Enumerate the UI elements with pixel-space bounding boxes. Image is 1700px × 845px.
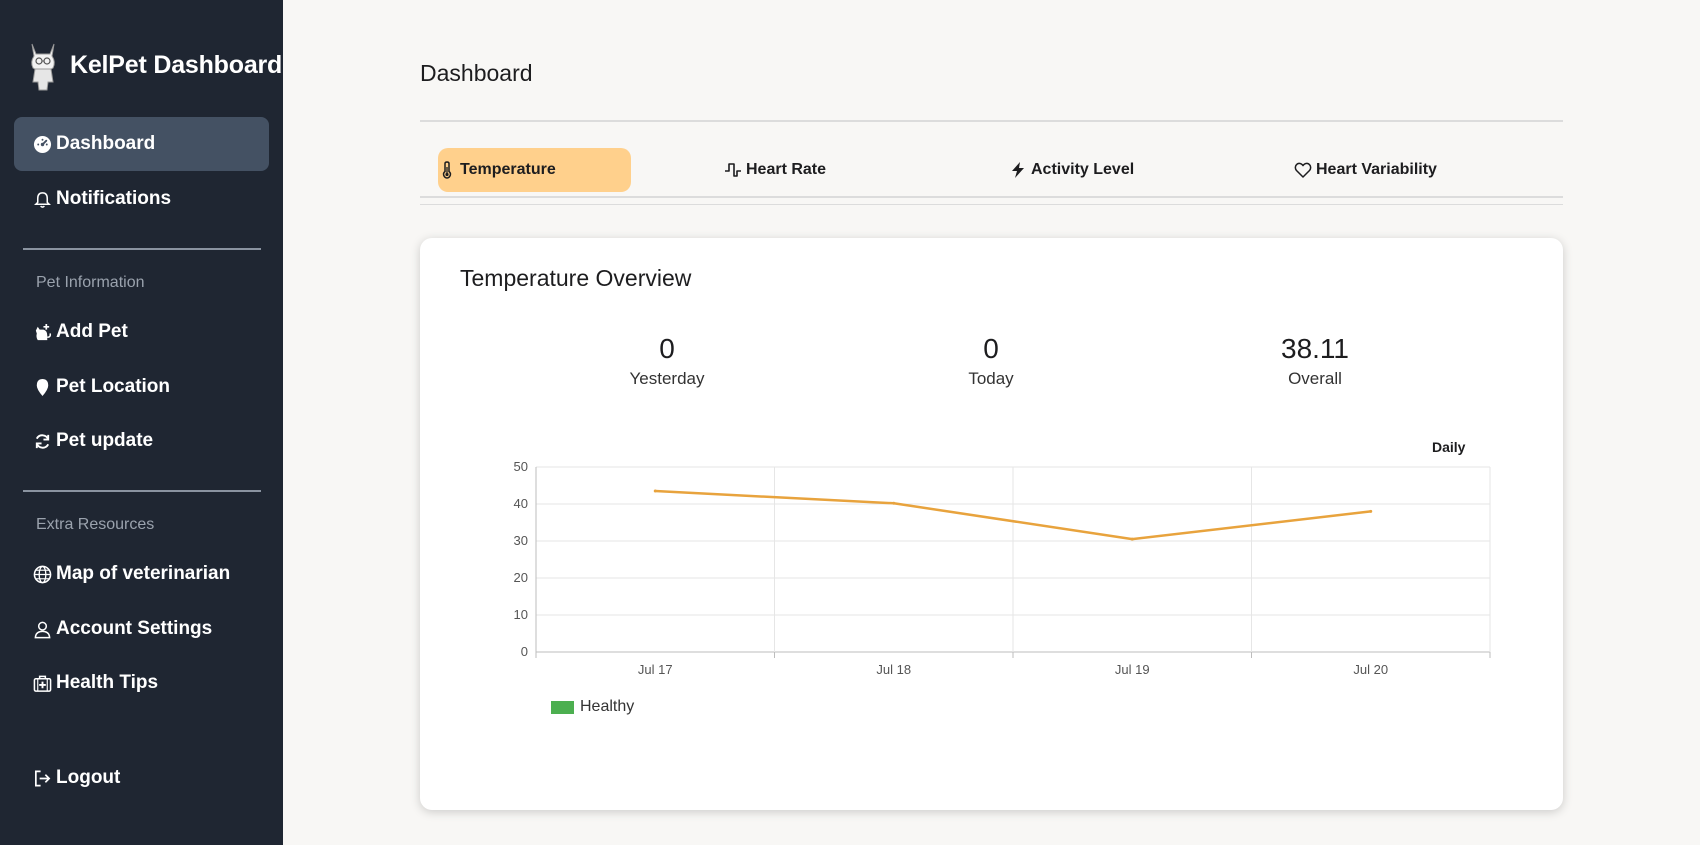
logout-icon bbox=[32, 768, 52, 788]
nav-pet-location-label: Pet Location bbox=[56, 376, 171, 397]
stat-overall: 38.11 Overall bbox=[1215, 333, 1415, 389]
map-pin-icon bbox=[32, 377, 52, 397]
tab-temperature[interactable]: Temperature bbox=[438, 148, 631, 192]
nav-account-settings-label: Account Settings bbox=[56, 618, 213, 639]
nav-health-tips[interactable]: Health Tips bbox=[14, 656, 269, 710]
stat-label: Yesterday bbox=[629, 369, 705, 388]
tab-activity-level[interactable]: Activity Level bbox=[1009, 148, 1134, 192]
stat-today: 0 Today bbox=[891, 333, 1091, 389]
header-divider bbox=[420, 120, 1563, 122]
temperature-line-chart: 0 10 20 30 40 50 Jul 17 Jul 18 Jul 19 Jul 20 bbox=[514, 459, 1491, 677]
stat-value: 0 bbox=[659, 333, 675, 364]
nav-logout-label: Logout bbox=[56, 767, 121, 788]
tab-activity-level-label: Activity Level bbox=[1031, 161, 1135, 178]
nav-health-tips-label: Health Tips bbox=[56, 672, 159, 693]
medical-kit-icon bbox=[32, 673, 52, 693]
card-title: Temperature Overview bbox=[460, 265, 692, 291]
stat-label: Overall bbox=[1288, 369, 1342, 388]
x-tick-label: Jul 17 bbox=[638, 662, 673, 677]
y-tick-label: 50 bbox=[514, 459, 528, 474]
stat-value: 38.11 bbox=[1281, 333, 1349, 364]
x-tick-label: Jul 20 bbox=[1353, 662, 1388, 677]
x-tick-label: Jul 19 bbox=[1115, 662, 1150, 677]
data-point bbox=[1130, 537, 1134, 541]
nav-add-pet[interactable]: Add Pet bbox=[14, 305, 269, 359]
lightning-icon bbox=[1009, 161, 1027, 179]
nav-notifications-label: Notifications bbox=[56, 188, 172, 209]
tabs-divider bbox=[420, 204, 1563, 205]
y-tick-label: 0 bbox=[521, 644, 528, 659]
tab-heart-rate[interactable]: Heart Rate bbox=[724, 148, 826, 192]
tab-heart-variability-label: Heart Variability bbox=[1316, 161, 1437, 178]
sidebar-divider bbox=[23, 490, 261, 492]
legend-swatch bbox=[551, 700, 574, 714]
temperature-overview-card: Temperature Overview 0 Yesterday 0 Today… bbox=[420, 238, 1563, 810]
y-tick-label: 40 bbox=[514, 496, 528, 511]
y-tick-label: 30 bbox=[514, 533, 528, 548]
nav-map-veterinarian-label: Map of veterinarian bbox=[56, 563, 231, 584]
cat-logo-icon bbox=[31, 43, 55, 91]
stat-yesterday: 0 Yesterday bbox=[567, 333, 767, 389]
tabs-divider bbox=[420, 196, 1563, 198]
sidebar-divider bbox=[23, 248, 261, 250]
refresh-icon bbox=[32, 431, 52, 451]
thermometer-icon bbox=[438, 161, 456, 179]
nav-notifications[interactable]: Notifications bbox=[14, 172, 269, 226]
tab-heart-variability[interactable]: Heart Variability bbox=[1294, 148, 1437, 192]
nav-add-pet-label: Add Pet bbox=[56, 321, 128, 342]
bell-icon bbox=[32, 189, 52, 209]
data-point bbox=[892, 501, 896, 505]
chart-legend[interactable]: Healthy bbox=[551, 698, 634, 716]
cat-add-icon bbox=[32, 322, 52, 342]
y-tick-label: 20 bbox=[514, 570, 528, 585]
legend-label: Healthy bbox=[580, 698, 635, 715]
nav-pet-update[interactable]: Pet update bbox=[14, 414, 269, 468]
data-point bbox=[653, 489, 657, 493]
nav-logout[interactable]: Logout bbox=[14, 751, 269, 805]
y-tick-label: 10 bbox=[514, 607, 528, 622]
heart-icon bbox=[1294, 161, 1312, 179]
section-extra-resources: Extra Resources bbox=[36, 516, 155, 533]
page-title: Dashboard bbox=[420, 60, 533, 86]
brand-title: KelPet Dashboard bbox=[70, 50, 283, 79]
globe-icon bbox=[32, 564, 52, 584]
tab-temperature-label: Temperature bbox=[460, 161, 556, 178]
sidebar: KelPet Dashboard Dashboard Notifications… bbox=[0, 0, 283, 845]
nav-dashboard-label: Dashboard bbox=[56, 133, 156, 154]
data-point bbox=[1369, 509, 1373, 513]
nav-dashboard[interactable]: Dashboard bbox=[14, 117, 269, 171]
section-pet-information: Pet Information bbox=[36, 274, 145, 291]
stat-value: 0 bbox=[983, 333, 999, 364]
stat-label: Today bbox=[968, 369, 1014, 388]
nav-pet-update-label: Pet update bbox=[56, 430, 154, 451]
nav-map-veterinarian[interactable]: Map of veterinarian bbox=[14, 547, 269, 601]
pulse-icon bbox=[724, 161, 742, 179]
tab-heart-rate-label: Heart Rate bbox=[746, 161, 827, 178]
nav-account-settings[interactable]: Account Settings bbox=[14, 602, 269, 656]
dashboard-gauge-icon bbox=[32, 134, 52, 154]
user-icon bbox=[32, 619, 52, 639]
x-tick-label: Jul 18 bbox=[876, 662, 911, 677]
nav-pet-location[interactable]: Pet Location bbox=[14, 360, 269, 414]
brand[interactable]: KelPet Dashboard bbox=[26, 38, 282, 92]
